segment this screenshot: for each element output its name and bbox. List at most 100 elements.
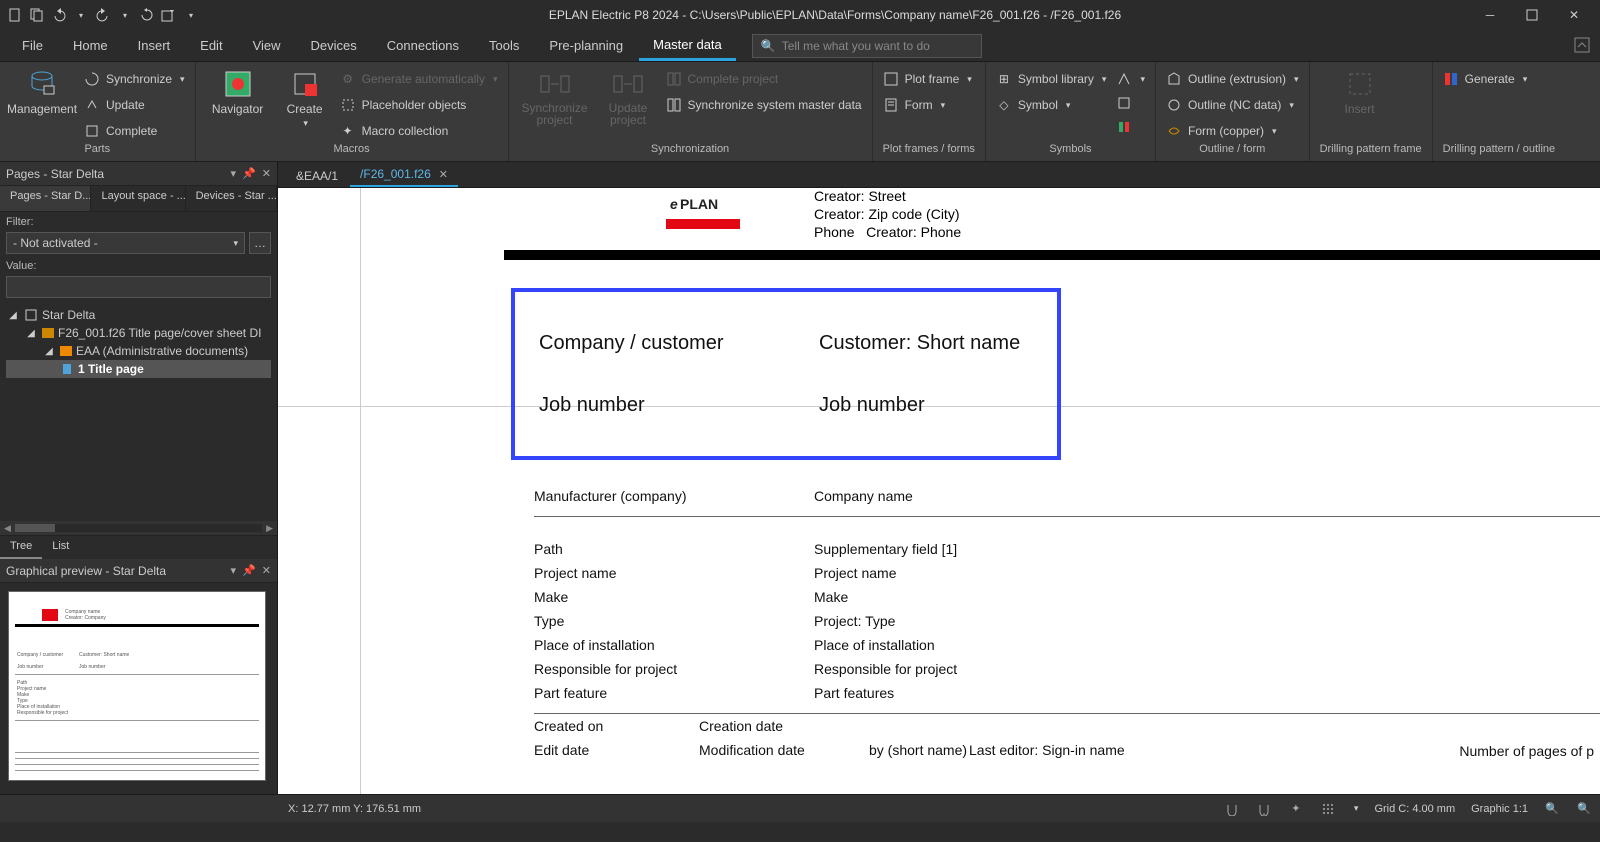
tab-list[interactable]: List [42,536,79,559]
group-label-drill-outline: Drilling pattern / outline [1443,143,1556,161]
doctab-eaa1[interactable]: &EAA/1 [286,165,348,187]
subtab-pages[interactable]: Pages - Star D... [0,186,91,211]
subtab-layout[interactable]: Layout space - ... [91,186,185,211]
scroll-right-icon[interactable]: ▶ [266,523,273,534]
ruler-vertical [360,188,361,794]
grid-icon[interactable] [1320,801,1336,817]
collapse-icon[interactable]: ◢ [6,308,20,322]
pages-tree[interactable]: ◢Star Delta ◢F26_001.f26 Title page/cove… [0,302,277,521]
plot-frame-button[interactable]: Plot frame▾ [883,68,972,90]
form-copper-button[interactable]: Form (copper)▾ [1166,120,1299,142]
tab-tree[interactable]: Tree [0,536,42,559]
maximize-button[interactable] [1512,1,1552,29]
blue-selection-box[interactable]: Company / customer Customer: Short name … [511,288,1061,460]
new-icon[interactable] [6,6,24,24]
grid-dropdown-icon[interactable]: ▾ [1354,803,1359,814]
type-label: Type [534,613,814,637]
collapse-icon[interactable]: ◢ [42,344,56,358]
menu-connections[interactable]: Connections [373,32,473,59]
symbol-button[interactable]: ◇Symbol▾ [996,94,1107,116]
tell-me-search[interactable]: 🔍 Tell me what you want to do [752,34,982,58]
sync-master-button[interactable]: Synchronize system master data [666,94,862,116]
qat-dropdown-icon[interactable]: ▾ [182,6,200,24]
close-tab-icon[interactable]: ✕ [439,168,448,181]
form-button[interactable]: Form▾ [883,94,972,116]
minimize-button[interactable]: ─ [1470,1,1510,29]
sync-project-button[interactable]: Synchronize project [519,64,591,126]
filter-select[interactable]: - Not activated -▾ [6,232,245,254]
synchronize-button[interactable]: Synchronize▾ [84,68,185,90]
update-project-button[interactable]: Update project [601,64,656,126]
pages-panel-header: Pages - Star Delta ▾ 📌 ✕ [0,162,277,186]
scroll-thumb[interactable] [15,524,55,532]
creator-street: Creator: Street [814,188,961,206]
preview-canvas[interactable]: Company name Creator: Company Company / … [8,591,266,781]
outline-nc-button[interactable]: Outline (NC data)▾ [1166,94,1299,116]
zoom-in-icon[interactable]: 🔍 [1576,801,1592,817]
sync-icon [84,71,100,87]
scroll-left-icon[interactable]: ◀ [4,523,11,534]
menu-edit[interactable]: Edit [186,32,236,59]
tree-root[interactable]: ◢Star Delta [6,306,271,324]
panel-close-icon[interactable]: ✕ [262,167,271,180]
doctab-f26[interactable]: /F26_001.f26✕ [350,163,458,187]
subtab-devices[interactable]: Devices - Star ... [186,186,277,211]
gen-auto-button[interactable]: ⚙Generate automatically▾ [340,68,498,90]
symbol-extra1[interactable]: ▾ [1116,68,1145,90]
create-button[interactable]: Create▾ [280,64,330,129]
generate-button[interactable]: Generate▾ [1443,64,1528,86]
quick-access-toolbar: ▾ ▾ ▾ [6,6,200,24]
value-input[interactable] [6,276,271,298]
copy-icon[interactable] [28,6,46,24]
crosshair-icon[interactable]: ✦ [1288,801,1304,817]
group-outline: Outline (extrusion)▾ Outline (NC data)▾ … [1156,62,1310,161]
preview-dropdown-icon[interactable]: ▾ [231,564,237,577]
zoom-out-icon[interactable]: 🔍 [1544,801,1560,817]
refresh-icon[interactable] [138,6,156,24]
close-button[interactable]: ✕ [1554,1,1594,29]
export-icon[interactable] [160,6,178,24]
update-button[interactable]: Update [84,94,185,116]
preview-close-icon[interactable]: ✕ [262,564,271,577]
undo-dropdown-icon[interactable]: ▾ [72,6,90,24]
folder-icon [60,346,72,356]
placeholder-button[interactable]: Placeholder objects [340,94,498,116]
menu-home[interactable]: Home [59,32,122,59]
redo-icon[interactable] [94,6,112,24]
undo-icon[interactable] [50,6,68,24]
panel-dropdown-icon[interactable]: ▾ [231,167,237,180]
menu-file[interactable]: File [8,32,57,59]
sync-project-icon [539,68,571,100]
snap-icon2[interactable] [1256,801,1272,817]
menu-masterdata[interactable]: Master data [639,31,736,61]
form-canvas[interactable]: ePLAN Creator: Street Creator: Zip code … [278,188,1600,794]
redo-dropdown-icon[interactable]: ▾ [116,6,134,24]
scroll-track[interactable] [15,524,262,532]
tree-item-eaa[interactable]: ◢EAA (Administrative documents) [6,342,271,360]
preview-pin-icon[interactable]: 📌 [242,564,256,577]
navigator-button[interactable]: Navigator [206,64,270,116]
menu-devices[interactable]: Devices [297,32,371,59]
macro-coll-button[interactable]: ✦Macro collection [340,120,498,142]
symbol-extra3[interactable] [1116,116,1145,138]
menu-preplanning[interactable]: Pre-planning [535,32,637,59]
complete-button[interactable]: Complete [84,120,185,142]
management-button[interactable]: Management [10,64,74,116]
complete-icon [84,123,100,139]
snap-icon1[interactable] [1224,801,1240,817]
tree-item-title-page[interactable]: 1 Title page [6,360,271,378]
tree-hscroll[interactable]: ◀ ▶ [0,521,277,535]
tree-item-f26[interactable]: ◢F26_001.f26 Title page/cover sheet DI [6,324,271,342]
filter-more-button[interactable]: … [249,232,271,254]
menu-tools[interactable]: Tools [475,32,533,59]
insert-drill-frame-button[interactable]: Insert [1320,64,1400,116]
symbol-extra2[interactable] [1116,92,1145,114]
collapse-ribbon-icon[interactable] [1574,37,1592,55]
symbol-library-button[interactable]: ⊞Symbol library▾ [996,68,1107,90]
panel-pin-icon[interactable]: 📌 [242,167,256,180]
menu-insert[interactable]: Insert [124,32,185,59]
outline-extrusion-button[interactable]: Outline (extrusion)▾ [1166,68,1299,90]
menu-view[interactable]: View [239,32,295,59]
complete-project-button[interactable]: Complete project [666,68,862,90]
collapse-icon[interactable]: ◢ [24,326,38,340]
